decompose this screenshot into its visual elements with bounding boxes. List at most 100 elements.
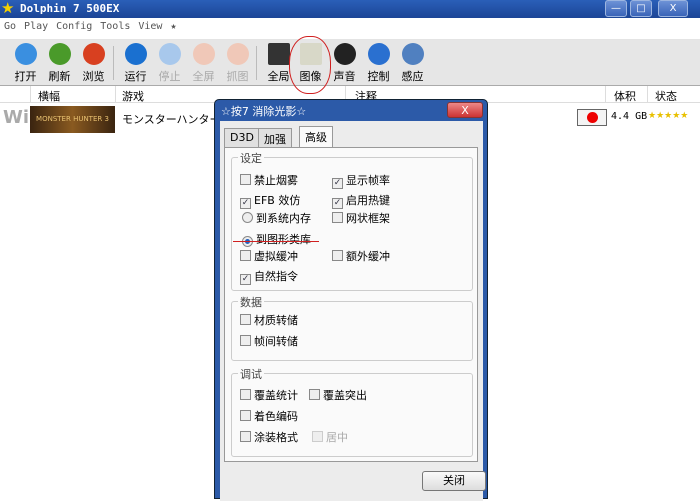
checkbox-hotkeys[interactable]: ✓ 启用热键 (332, 192, 390, 209)
dialog-close-button[interactable]: X (447, 102, 483, 118)
checkbox-center[interactable]: 居中 (312, 429, 348, 445)
checkbox-overlay-stats[interactable]: 覆盖统计 (240, 387, 298, 403)
checkbox-real-xfb[interactable]: 额外缓冲 (332, 248, 390, 264)
underline-annotation (233, 241, 319, 242)
checkbox-indicator: ✓ (240, 198, 251, 209)
col-banner[interactable]: 横幅 (38, 88, 60, 104)
toolbar-button-wiimote[interactable]: 感应 (396, 43, 429, 85)
toolbar-button-refresh[interactable]: 刷新 (43, 43, 76, 85)
toolbar-button-headphones[interactable]: 声音 (328, 43, 361, 85)
menu-bar: Go Play Config Tools View ★ (0, 18, 700, 40)
menu-item-2[interactable]: Config (52, 18, 96, 35)
checkbox-indicator (240, 389, 251, 400)
checkbox-indicator (312, 431, 323, 442)
checkbox-tex-fmt[interactable]: 涂装格式 (240, 429, 298, 445)
close-window-button[interactable]: X (658, 0, 688, 17)
toolbar-separator (113, 46, 114, 80)
maximize-button[interactable]: □ (630, 0, 652, 17)
checkbox-show-fps[interactable]: ✓ 显示帧率 (332, 172, 390, 189)
toolbar-button-screenshot[interactable]: 抓图 (221, 43, 254, 85)
data-group: 数据材质转储帧间转储 (231, 294, 473, 361)
checkbox-dump-textures[interactable]: 材质转储 (240, 312, 298, 328)
toolbar-button-play[interactable]: 运行 (119, 43, 152, 85)
checkbox-indicator (240, 314, 251, 325)
monitor-icon (267, 43, 290, 65)
checkbox-disable-fog[interactable]: 禁止烟雾 (240, 172, 298, 188)
col-divider (605, 86, 606, 103)
checkbox-indicator (240, 431, 251, 442)
col-divider (115, 86, 116, 103)
data-group-label: 数据 (238, 294, 264, 310)
region-flag-japan (577, 109, 607, 126)
checkbox-tex-fmt-overlay[interactable]: 着色编码 (240, 408, 298, 424)
col-size[interactable]: 体积 (614, 88, 636, 104)
controller-icon (367, 43, 390, 65)
minimize-button[interactable]: — (605, 0, 627, 17)
menu-item-0[interactable]: Go (0, 18, 20, 35)
checkbox-indicator: ✓ (332, 178, 343, 189)
toolbar-button-fullscreen[interactable]: 全屏 (187, 43, 220, 85)
menu-item-1[interactable]: Play (20, 18, 52, 35)
window-title: Dolphin 7 500EX (20, 2, 120, 15)
tab-enhancements[interactable]: 加强 (258, 128, 292, 147)
col-divider (30, 86, 31, 103)
checkbox-overlay-proj[interactable]: 覆盖突出 (309, 387, 367, 403)
checkbox-virtual-xfb[interactable]: 虚拟缓冲 (240, 248, 298, 264)
game-banner: MONSTER HUNTER 3 (30, 106, 115, 133)
menu-item-4[interactable]: View (134, 18, 166, 35)
toolbar-label: 全屏 (192, 70, 215, 83)
option-label: 材质转储 (254, 314, 298, 327)
option-label: 网状框架 (346, 212, 390, 225)
wiimote-icon (401, 43, 424, 65)
fullscreen-icon (192, 43, 215, 65)
col-game[interactable]: 游戏 (122, 88, 144, 104)
stop-icon (158, 43, 181, 65)
option-label: 着色编码 (254, 410, 298, 423)
radio-to-texture[interactable]: 到图形类库 (242, 231, 311, 247)
toolbar-button-stop[interactable]: 停止 (153, 43, 186, 85)
debug-group-label: 调试 (238, 366, 264, 382)
game-size: 4.4 GB (611, 111, 648, 122)
toolbar-separator (256, 46, 257, 80)
option-label: 额外缓冲 (346, 250, 390, 263)
toolbar-label: 打开 (14, 70, 37, 83)
option-label: 到图形类库 (256, 233, 311, 246)
toolbar-button-open[interactable]: 打开 (9, 43, 42, 85)
option-label: 帧间转储 (254, 335, 298, 348)
option-label: 启用热键 (346, 194, 390, 207)
app-star-icon: ★ (1, 0, 15, 17)
toolbar-label: 浏览 (82, 70, 105, 83)
option-label: 居中 (326, 431, 348, 444)
option-label: 自然指令 (254, 270, 298, 283)
open-icon (14, 43, 37, 65)
checkbox-efb-copy[interactable]: ✓ EFB 效仿 (240, 192, 300, 209)
debug-group: 调试覆盖统计 覆盖突出 着色编码涂装格式 居中 (231, 366, 473, 457)
toolbar: 打开 刷新 浏览 运行 停止 全屏 抓图 全局 图像 声音 控制 感应 (0, 40, 700, 86)
toolbar-label: 感应 (401, 70, 424, 83)
close-button[interactable]: 关闭 (422, 471, 486, 491)
checkbox-indicator (240, 410, 251, 421)
option-label: 显示帧率 (346, 174, 390, 187)
checkbox-indicator (240, 174, 251, 185)
rating-stars: ★★★★★ (648, 111, 689, 121)
radio-to-ram[interactable]: 到系统内存 (242, 210, 311, 226)
checkbox-indicator: ✓ (240, 274, 251, 285)
toolbar-label: 控制 (367, 70, 390, 83)
radio-indicator (242, 212, 253, 223)
checkbox-indicator: ✓ (332, 198, 343, 209)
game-title: モンスターハンター (122, 113, 221, 126)
option-label: 虚拟缓冲 (254, 250, 298, 263)
menu-item-5[interactable]: ★ (166, 18, 180, 35)
toolbar-button-browse[interactable]: 浏览 (77, 43, 110, 85)
checkbox-dump-frames[interactable]: 帧间转储 (240, 333, 298, 349)
menu-item-3[interactable]: Tools (96, 18, 134, 35)
settings-group: 设定 禁止烟雾 ✓ 显示帧率 ✓ EFB 效仿 ✓ 启用热键 到系统内存 网状框架 到图形类库 虚拟缓… (231, 150, 473, 291)
tab-d3d[interactable]: D3D (224, 128, 260, 147)
checkbox-native-mips[interactable]: ✓ 自然指令 (240, 268, 298, 285)
tab-advanced[interactable]: 高级 (299, 126, 333, 148)
checkbox-wireframe[interactable]: 网状框架 (332, 210, 390, 226)
option-label: 覆盖统计 (254, 389, 298, 402)
toolbar-button-controller[interactable]: 控制 (362, 43, 395, 85)
col-state[interactable]: 状态 (655, 88, 677, 104)
checkbox-indicator (240, 335, 251, 346)
